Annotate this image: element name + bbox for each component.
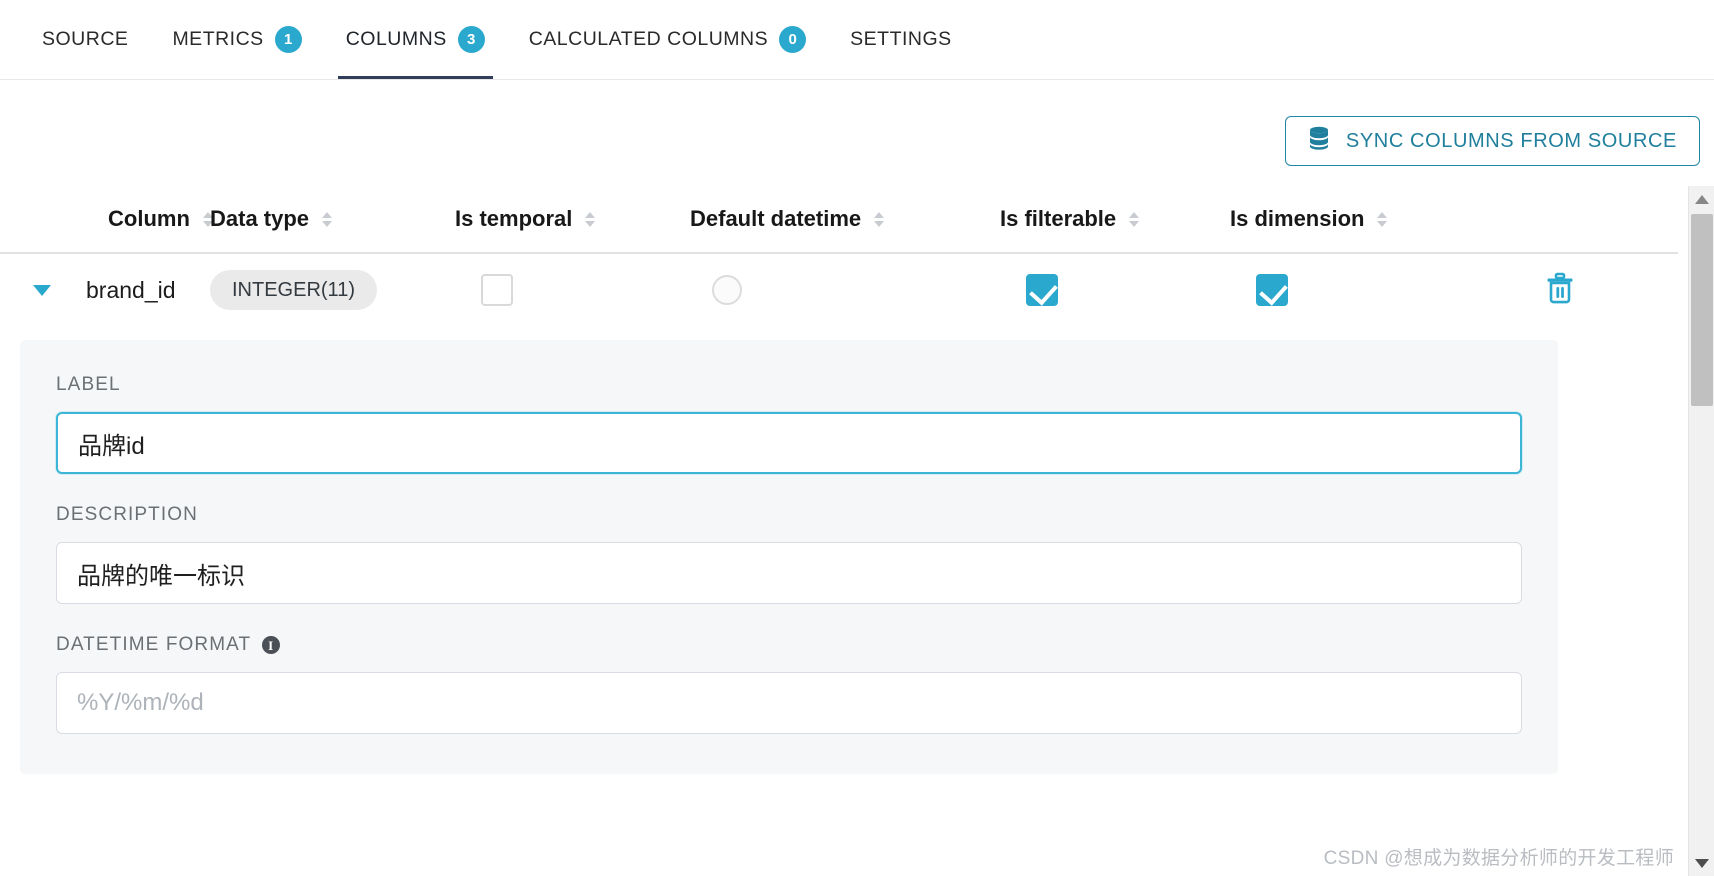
field-label-caption: LABEL	[56, 374, 1522, 396]
column-header-is-dimension[interactable]: Is dimension	[1230, 206, 1460, 232]
sort-icon-is-filterable[interactable]	[1129, 211, 1140, 227]
column-name: brand_id	[86, 276, 176, 303]
is-dimension-checkbox[interactable]	[1256, 274, 1288, 306]
scroll-up-button[interactable]	[1689, 186, 1714, 212]
tab-calculated-columns[interactable]: CALCULATED COLUMNS 0	[507, 0, 828, 79]
cell-default-datetime	[690, 275, 1000, 305]
field-description: DESCRIPTION	[56, 504, 1522, 604]
field-description-caption-text: DESCRIPTION	[56, 504, 198, 525]
column-header-is-filterable[interactable]: Is filterable	[1000, 206, 1230, 232]
cell-data-type: INTEGER(11)	[210, 270, 455, 310]
tab-calculated-columns-badge: 0	[779, 26, 807, 53]
field-datetime-format-caption-text: DATETIME FORMAT	[56, 634, 252, 655]
expand-row-caret-icon[interactable]	[20, 284, 64, 296]
columns-table: Column Data type Is temporal Default dat…	[0, 186, 1678, 876]
column-detail-panel: LABEL DESCRIPTION DATETIME FORMAT i	[20, 340, 1558, 774]
tab-settings-label: SETTINGS	[850, 28, 952, 50]
sort-icon-data-type[interactable]	[322, 211, 333, 227]
tab-metrics-label: METRICS	[172, 28, 264, 50]
chevron-down-icon	[1694, 858, 1709, 868]
tab-columns-label: COLUMNS	[345, 28, 447, 50]
toolbar: SYNC COLUMNS FROM SOURCE	[1284, 116, 1700, 166]
datetime-format-input[interactable]	[56, 672, 1522, 734]
tab-metrics-badge: 1	[274, 26, 302, 53]
field-description-caption: DESCRIPTION	[56, 504, 1522, 526]
info-icon[interactable]: i	[262, 636, 281, 654]
field-datetime-format: DATETIME FORMAT i	[56, 634, 1522, 734]
is-temporal-checkbox[interactable]	[481, 274, 513, 306]
trash-icon[interactable]	[1545, 272, 1575, 309]
watermark: CSDN @想成为数据分析师的开发工程师	[1323, 848, 1674, 869]
cell-is-temporal	[455, 274, 690, 306]
column-header-default-datetime-label: Default datetime	[690, 206, 862, 231]
table-row[interactable]: brand_id INTEGER(11)	[0, 254, 1678, 326]
scroll-down-button[interactable]	[1689, 850, 1714, 876]
field-label: LABEL	[56, 374, 1522, 474]
column-header-data-type-label: Data type	[210, 206, 310, 231]
column-header-is-temporal-label: Is temporal	[455, 206, 573, 231]
column-header-column[interactable]: Column	[20, 206, 213, 232]
tab-settings[interactable]: SETTINGS	[828, 0, 974, 79]
sort-icon-is-temporal[interactable]	[585, 211, 596, 227]
sync-columns-from-source-button[interactable]: SYNC COLUMNS FROM SOURCE	[1284, 116, 1700, 166]
tab-source-label: SOURCE	[42, 28, 129, 50]
tab-columns-badge: 3	[457, 26, 485, 53]
description-input[interactable]	[56, 542, 1522, 604]
scrollbar-thumb[interactable]	[1691, 214, 1713, 406]
tab-calculated-columns-label: CALCULATED COLUMNS	[528, 28, 769, 50]
is-filterable-checkbox[interactable]	[1026, 274, 1058, 306]
cell-is-filterable	[1000, 274, 1230, 306]
column-header-default-datetime[interactable]: Default datetime	[690, 206, 1000, 232]
default-datetime-radio[interactable]	[712, 275, 742, 305]
column-header-column-label: Column	[108, 206, 190, 231]
tab-bar: SOURCE METRICS 1 COLUMNS 3 CALCULATED CO…	[0, 0, 1714, 80]
dataset-editor-modal: SOURCE METRICS 1 COLUMNS 3 CALCULATED CO…	[0, 0, 1714, 876]
tab-columns[interactable]: COLUMNS 3	[324, 0, 507, 79]
tab-metrics[interactable]: METRICS 1	[150, 0, 323, 79]
field-label-caption-text: LABEL	[56, 374, 121, 395]
chevron-up-icon	[1694, 194, 1709, 204]
field-datetime-format-caption: DATETIME FORMAT i	[56, 634, 1522, 656]
column-header-data-type[interactable]: Data type	[210, 206, 455, 232]
cell-actions	[1460, 272, 1660, 309]
label-input[interactable]	[56, 412, 1522, 474]
table-header-row: Column Data type Is temporal Default dat…	[0, 186, 1678, 254]
database-icon	[1308, 126, 1330, 156]
cell-is-dimension	[1230, 274, 1460, 306]
tab-source[interactable]: SOURCE	[20, 0, 150, 79]
vertical-scrollbar[interactable]	[1688, 186, 1714, 876]
data-type-badge: INTEGER(11)	[210, 270, 377, 310]
column-header-is-dimension-label: Is dimension	[1230, 206, 1365, 231]
column-header-is-filterable-label: Is filterable	[1000, 206, 1117, 231]
sync-columns-from-source-label: SYNC COLUMNS FROM SOURCE	[1345, 129, 1677, 152]
sort-icon-is-dimension[interactable]	[1377, 211, 1388, 227]
cell-column: brand_id	[20, 277, 210, 304]
sort-icon-default-datetime[interactable]	[874, 211, 885, 227]
column-header-is-temporal[interactable]: Is temporal	[455, 206, 690, 232]
